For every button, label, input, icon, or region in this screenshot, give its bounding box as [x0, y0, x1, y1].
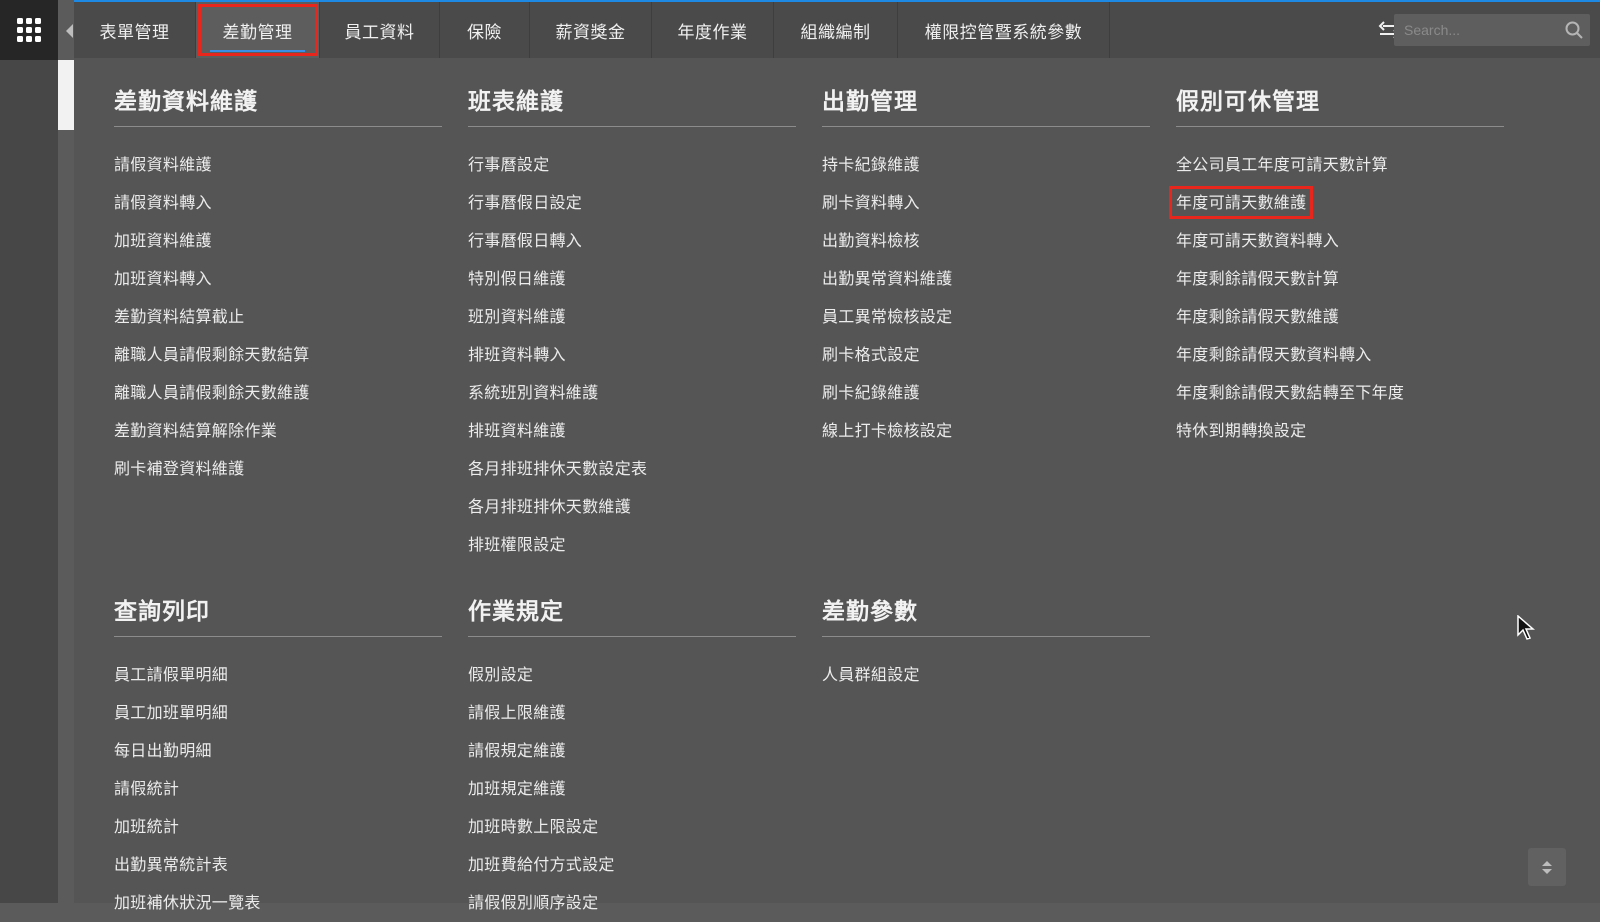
menu-item[interactable]: 出勤資料檢核 [822, 222, 1150, 260]
menu-item[interactable]: 加班規定維護 [468, 770, 796, 808]
apps-grid-button[interactable] [0, 0, 58, 60]
section-attendance-parameters: 差勤參數 人員群組設定 [822, 592, 1150, 694]
menu-item[interactable]: 各月排班排休天數設定表 [468, 450, 796, 488]
menu-item[interactable]: 行事曆假日轉入 [468, 222, 796, 260]
tab-insurance[interactable]: 保險 [440, 2, 530, 58]
caret-down-icon [1542, 868, 1552, 874]
menu-item[interactable]: 年度剩餘請假天數維護 [1176, 298, 1504, 336]
menu-item[interactable]: 加班統計 [114, 808, 442, 846]
section-query-print: 查詢列印 員工請假單明細 員工加班單明細 每日出勤明細 請假統計 加班統計 出勤… [114, 592, 442, 922]
section-item-list: 請假資料維護 請假資料轉入 加班資料維護 加班資料轉入 差勤資料結算截止 離職人… [114, 146, 442, 488]
menu-item[interactable]: 每日出勤明細 [114, 732, 442, 770]
tab-form-management[interactable]: 表單管理 [74, 2, 196, 58]
scroll-toggle-button[interactable] [1528, 848, 1566, 886]
section-title: 出勤管理 [822, 82, 1150, 127]
menu-item[interactable]: 系統班別資料維護 [468, 374, 796, 412]
search-box [1394, 14, 1590, 46]
left-sidebar-strip [0, 60, 58, 903]
menu-item[interactable]: 特休到期轉換設定 [1176, 412, 1504, 450]
menu-item[interactable]: 員工異常檢核設定 [822, 298, 1150, 336]
menu-item[interactable]: 刷卡補登資料維護 [114, 450, 442, 488]
menu-item[interactable]: 特別假日維護 [468, 260, 796, 298]
section-attendance-management: 出勤管理 持卡紀錄維護 刷卡資料轉入 出勤資料檢核 出勤異常資料維護 員工異常檢… [822, 82, 1150, 450]
menu-item[interactable]: 請假資料轉入 [114, 184, 442, 222]
mouse-cursor-icon [1517, 615, 1535, 640]
menu-item[interactable]: 年度剩餘請假天數結轉至下年度 [1176, 374, 1504, 412]
menu-item[interactable]: 加班費給付方式設定 [468, 846, 796, 884]
menu-item[interactable]: 刷卡紀錄維護 [822, 374, 1150, 412]
menu-item-highlighted[interactable]: 年度可請天數維護 [1168, 184, 1504, 222]
tab-salary-bonus[interactable]: 薪資獎金 [530, 2, 652, 58]
caret-up-icon [1542, 860, 1552, 866]
menu-item[interactable]: 排班資料轉入 [468, 336, 796, 374]
menu-item[interactable]: 假別設定 [468, 656, 796, 694]
menu-item[interactable]: 行事曆假日設定 [468, 184, 796, 222]
menu-item[interactable]: 刷卡資料轉入 [822, 184, 1150, 222]
section-item-list: 全公司員工年度可請天數計算 年度可請天數維護 年度可請天數資料轉入 年度剩餘請假… [1168, 146, 1504, 450]
menu-item[interactable]: 排班權限設定 [468, 526, 796, 564]
search-input[interactable] [1394, 14, 1590, 46]
menu-item[interactable]: 班別資料維護 [468, 298, 796, 336]
menu-item[interactable]: 刷卡格式設定 [822, 336, 1150, 374]
menu-item[interactable]: 員工加班單明細 [114, 694, 442, 732]
menu-item[interactable]: 加班補休狀況一覽表 [114, 884, 442, 922]
menu-item[interactable]: 年度可請天數資料轉入 [1176, 222, 1504, 260]
section-title: 作業規定 [468, 592, 796, 637]
menu-item[interactable]: 排班資料維護 [468, 412, 796, 450]
tab-attendance-management[interactable]: 差勤管理 [196, 2, 320, 58]
menu-item[interactable]: 離職人員請假剩餘天數維護 [114, 374, 442, 412]
menu-item[interactable]: 年度剩餘請假天數資料轉入 [1176, 336, 1504, 374]
section-title: 查詢列印 [114, 592, 442, 637]
menu-item[interactable]: 持卡紀錄維護 [822, 146, 1150, 184]
menu-item[interactable]: 出勤異常資料維護 [822, 260, 1150, 298]
background-page-edge [58, 60, 74, 130]
tab-permissions-system[interactable]: 權限控管暨系統參數 [898, 2, 1110, 58]
mega-menu-panel: 表單管理 差勤管理 員工資料 保險 薪資獎金 年度作業 組織編制 權限控管暨系統… [74, 0, 1600, 912]
menu-item[interactable]: 請假資料維護 [114, 146, 442, 184]
section-schedule: 班表維護 行事曆設定 行事曆假日設定 行事曆假日轉入 特別假日維護 班別資料維護… [468, 82, 796, 564]
menu-item[interactable]: 人員群組設定 [822, 656, 1150, 694]
menu-item[interactable]: 請假假別順序設定 [468, 884, 796, 922]
collapse-arrow-icon[interactable] [66, 24, 73, 38]
tab-annual-operations[interactable]: 年度作業 [652, 2, 774, 58]
section-item-list: 員工請假單明細 員工加班單明細 每日出勤明細 請假統計 加班統計 出勤異常統計表… [114, 656, 442, 922]
section-title: 差勤資料維護 [114, 82, 442, 127]
section-item-list: 持卡紀錄維護 刷卡資料轉入 出勤資料檢核 出勤異常資料維護 員工異常檢核設定 刷… [822, 146, 1150, 450]
menu-item[interactable]: 差勤資料結算解除作業 [114, 412, 442, 450]
section-item-list: 假別設定 請假上限維護 請假規定維護 加班規定維護 加班時數上限設定 加班費給付… [468, 656, 796, 922]
tab-employee-data[interactable]: 員工資料 [320, 2, 440, 58]
search-icon[interactable] [1564, 20, 1584, 40]
section-attendance-data: 差勤資料維護 請假資料維護 請假資料轉入 加班資料維護 加班資料轉入 差勤資料結… [114, 82, 442, 488]
menu-item[interactable]: 出勤異常統計表 [114, 846, 442, 884]
section-title: 差勤參數 [822, 592, 1150, 637]
menu-item[interactable]: 離職人員請假剩餘天數結算 [114, 336, 442, 374]
menu-item[interactable]: 加班時數上限設定 [468, 808, 796, 846]
menu-item[interactable]: 行事曆設定 [468, 146, 796, 184]
menu-item[interactable]: 員工請假單明細 [114, 656, 442, 694]
menu-item[interactable]: 線上打卡檢核設定 [822, 412, 1150, 450]
section-item-list: 人員群組設定 [822, 656, 1150, 694]
menu-item[interactable]: 加班資料維護 [114, 222, 442, 260]
menu-item[interactable]: 請假統計 [114, 770, 442, 808]
menu-item[interactable]: 請假規定維護 [468, 732, 796, 770]
highlighted-item-label: 年度可請天數維護 [1168, 186, 1314, 219]
menu-item[interactable]: 差勤資料結算截止 [114, 298, 442, 336]
top-navbar: 表單管理 差勤管理 員工資料 保險 薪資獎金 年度作業 組織編制 權限控管暨系統… [74, 2, 1600, 58]
section-title: 假別可休管理 [1176, 82, 1504, 127]
section-item-list: 行事曆設定 行事曆假日設定 行事曆假日轉入 特別假日維護 班別資料維護 排班資料… [468, 146, 796, 564]
menu-item[interactable]: 各月排班排休天數維護 [468, 488, 796, 526]
menu-item[interactable]: 年度剩餘請假天數計算 [1176, 260, 1504, 298]
menu-item[interactable]: 加班資料轉入 [114, 260, 442, 298]
menu-item[interactable]: 請假上限維護 [468, 694, 796, 732]
section-title: 班表維護 [468, 82, 796, 127]
apps-grid-icon [17, 18, 41, 42]
section-leave-entitlement: 假別可休管理 全公司員工年度可請天數計算 年度可請天數維護 年度可請天數資料轉入… [1168, 82, 1504, 450]
tab-organization[interactable]: 組織編制 [774, 2, 898, 58]
section-rules: 作業規定 假別設定 請假上限維護 請假規定維護 加班規定維護 加班時數上限設定 … [468, 592, 796, 922]
menu-item[interactable]: 全公司員工年度可請天數計算 [1176, 146, 1504, 184]
